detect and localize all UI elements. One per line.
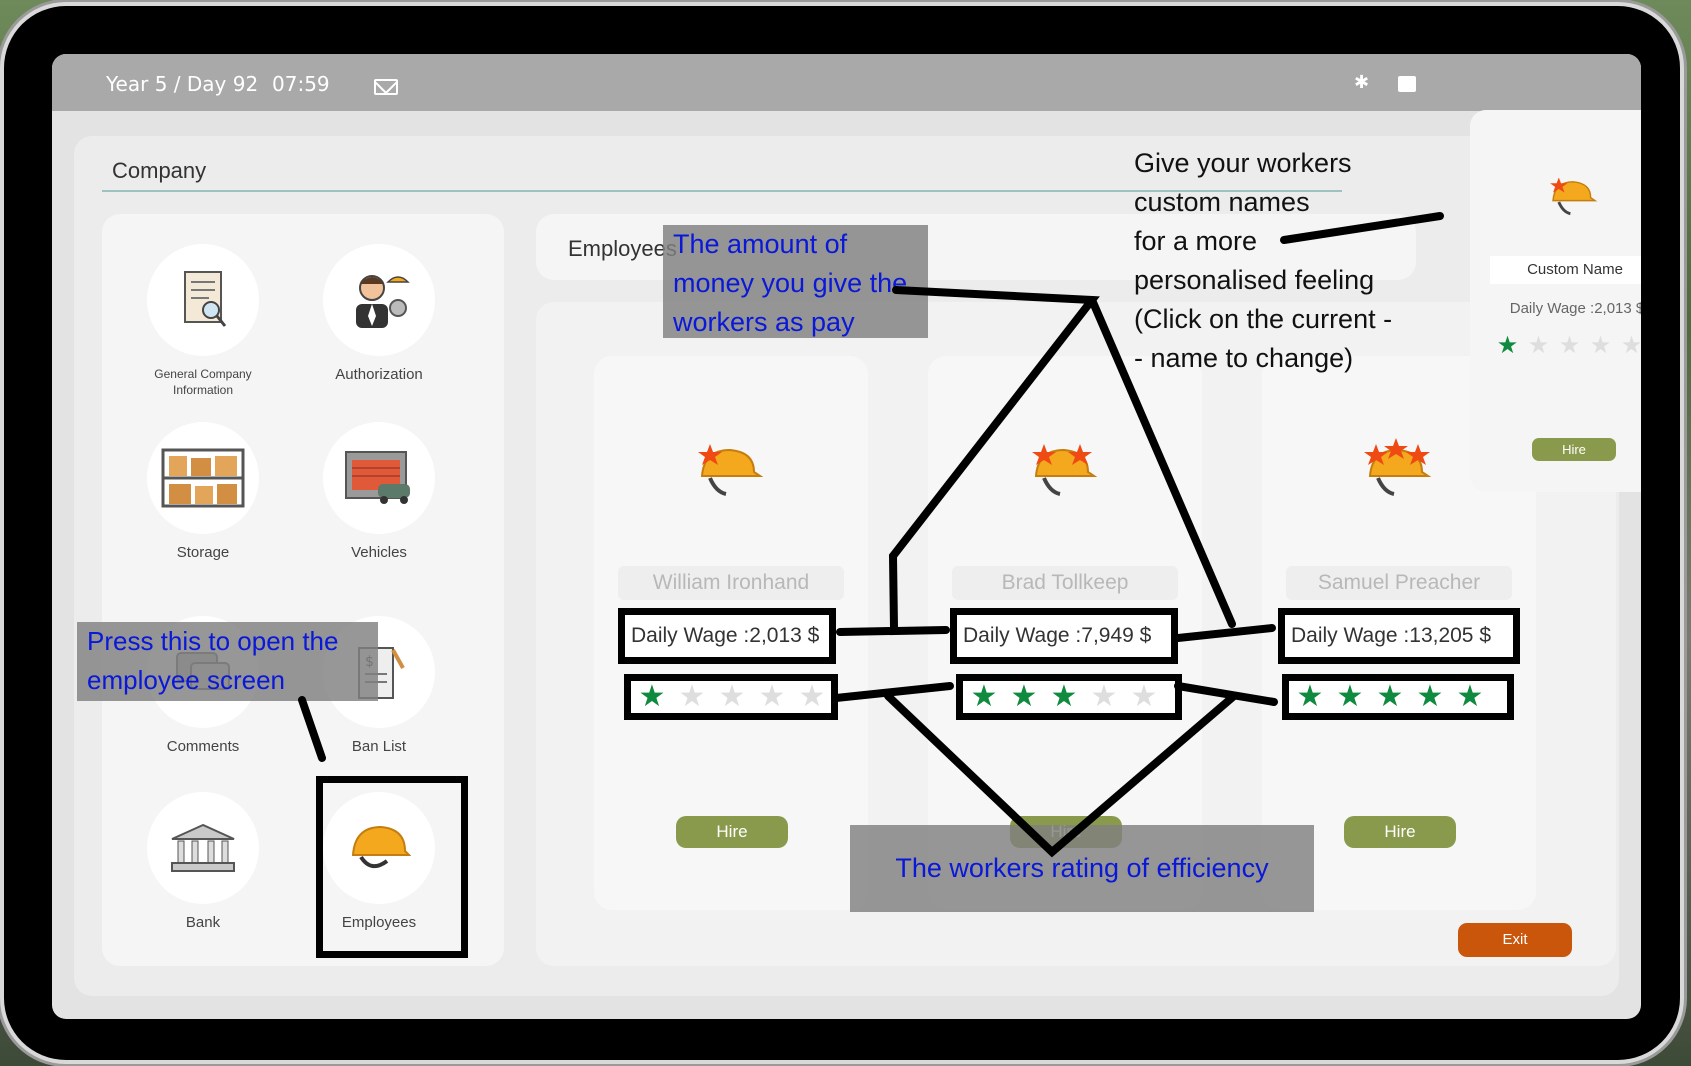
hire-button[interactable]: Hire — [676, 816, 788, 848]
menu-item-vehicles[interactable]: Vehicles — [294, 422, 464, 561]
menu-label: Authorization — [335, 366, 423, 383]
star-icon: ★ — [1050, 679, 1078, 714]
employees-highlight-box — [316, 776, 468, 958]
manager-icon — [323, 244, 435, 356]
daily-wage: Daily Wage :2,013 $ — [1509, 300, 1641, 317]
employee-name[interactable]: Samuel Preacher — [1286, 566, 1512, 600]
page-title: Company — [112, 158, 207, 183]
efficiency-rating: ★ ★ ★ ★ ★ — [956, 674, 1182, 720]
hire-button[interactable]: Hire — [1532, 438, 1616, 461]
time-display: 07:59 — [272, 72, 330, 96]
hard-hat-icon — [698, 444, 764, 496]
star-icon: ★ — [1589, 331, 1612, 359]
hard-hat-icon — [1364, 438, 1432, 496]
bank-icon — [147, 792, 259, 904]
star-icon: ★ — [970, 679, 998, 714]
star-icon: ★ — [678, 679, 706, 714]
menu-label: General Company Information — [154, 367, 252, 397]
hard-hat-icon — [1032, 444, 1098, 496]
exit-button[interactable]: Exit — [1458, 923, 1572, 957]
star-icon: ★ — [1090, 679, 1118, 714]
star-icon: ★ — [1010, 679, 1038, 714]
menu-label: Vehicles — [351, 544, 407, 561]
annotation-rating: The workers rating of efficiency — [850, 825, 1314, 912]
hire-button[interactable]: Hire — [1344, 816, 1456, 848]
star-icon: ★ — [798, 679, 826, 714]
star-icon: ★ — [1496, 331, 1519, 359]
star-icon: ★ — [758, 679, 786, 714]
menu-label: Comments — [166, 738, 240, 755]
star-icon: ★ — [1558, 331, 1581, 359]
employee-detail-popup: Custom Name Daily Wage :2,013 $ ★ ★ ★ ★ ★ Hi… — [1470, 110, 1641, 492]
employee-name[interactable]: Brad Tollkeep — [952, 566, 1178, 600]
star-icon: ★ — [638, 679, 666, 714]
annotation-open-screen: Press this to open the employee screen — [77, 622, 378, 701]
system-icon — [1398, 76, 1416, 92]
star-icon: ★ — [1527, 331, 1550, 359]
bluetooth-icon: ✱ — [1354, 72, 1370, 93]
daily-wage: Daily Wage :7,949 $ — [950, 608, 1178, 664]
menu-label: Bank — [185, 914, 221, 931]
star-icon: ★ — [718, 679, 746, 714]
efficiency-rating: ★ ★ ★ ★ ★ — [1496, 331, 1641, 359]
star-icon: ★ — [1296, 679, 1324, 714]
shelves-icon — [147, 422, 259, 534]
annotation-pay: The amount of money you give the workers… — [663, 225, 928, 338]
daily-wage: Daily Wage :13,205 $ — [1278, 608, 1520, 664]
daily-wage: Daily Wage :2,013 $ — [618, 608, 836, 664]
efficiency-rating: ★ ★ ★ ★ ★ — [624, 674, 838, 720]
menu-item-general-info[interactable]: General Company Information — [118, 244, 288, 398]
star-icon: ★ — [1620, 331, 1641, 359]
menu-item-authorization[interactable]: Authorization — [294, 244, 464, 383]
menu-item-bank[interactable]: Bank — [118, 792, 288, 931]
efficiency-rating: ★ ★ ★ ★ ★ — [1282, 674, 1514, 720]
mail-icon[interactable] — [374, 79, 398, 95]
star-icon: ★ — [1130, 679, 1158, 714]
star-icon: ★ — [1376, 679, 1404, 714]
top-status-bar: Year 5 / Day 92 07:59 ✱ — [52, 54, 1641, 111]
star-icon: ★ — [1416, 679, 1444, 714]
star-icon: ★ — [1456, 679, 1484, 714]
menu-label: Storage — [176, 544, 230, 561]
employee-name[interactable]: William Ironhand — [618, 566, 844, 600]
annotation-custom-names: Give your workers custom names for a mor… — [1134, 148, 1393, 373]
hard-hat-icon — [1550, 177, 1598, 216]
menu-item-storage[interactable]: Storage — [118, 422, 288, 561]
date-display: Year 5 / Day 92 — [106, 72, 259, 96]
star-icon: ★ — [1336, 679, 1364, 714]
garage-icon — [323, 422, 435, 534]
custom-name-input[interactable]: Custom Name — [1490, 256, 1641, 284]
menu-label: Ban List — [351, 738, 407, 755]
document-search-icon — [147, 244, 259, 356]
employees-title: Employees — [568, 236, 677, 261]
